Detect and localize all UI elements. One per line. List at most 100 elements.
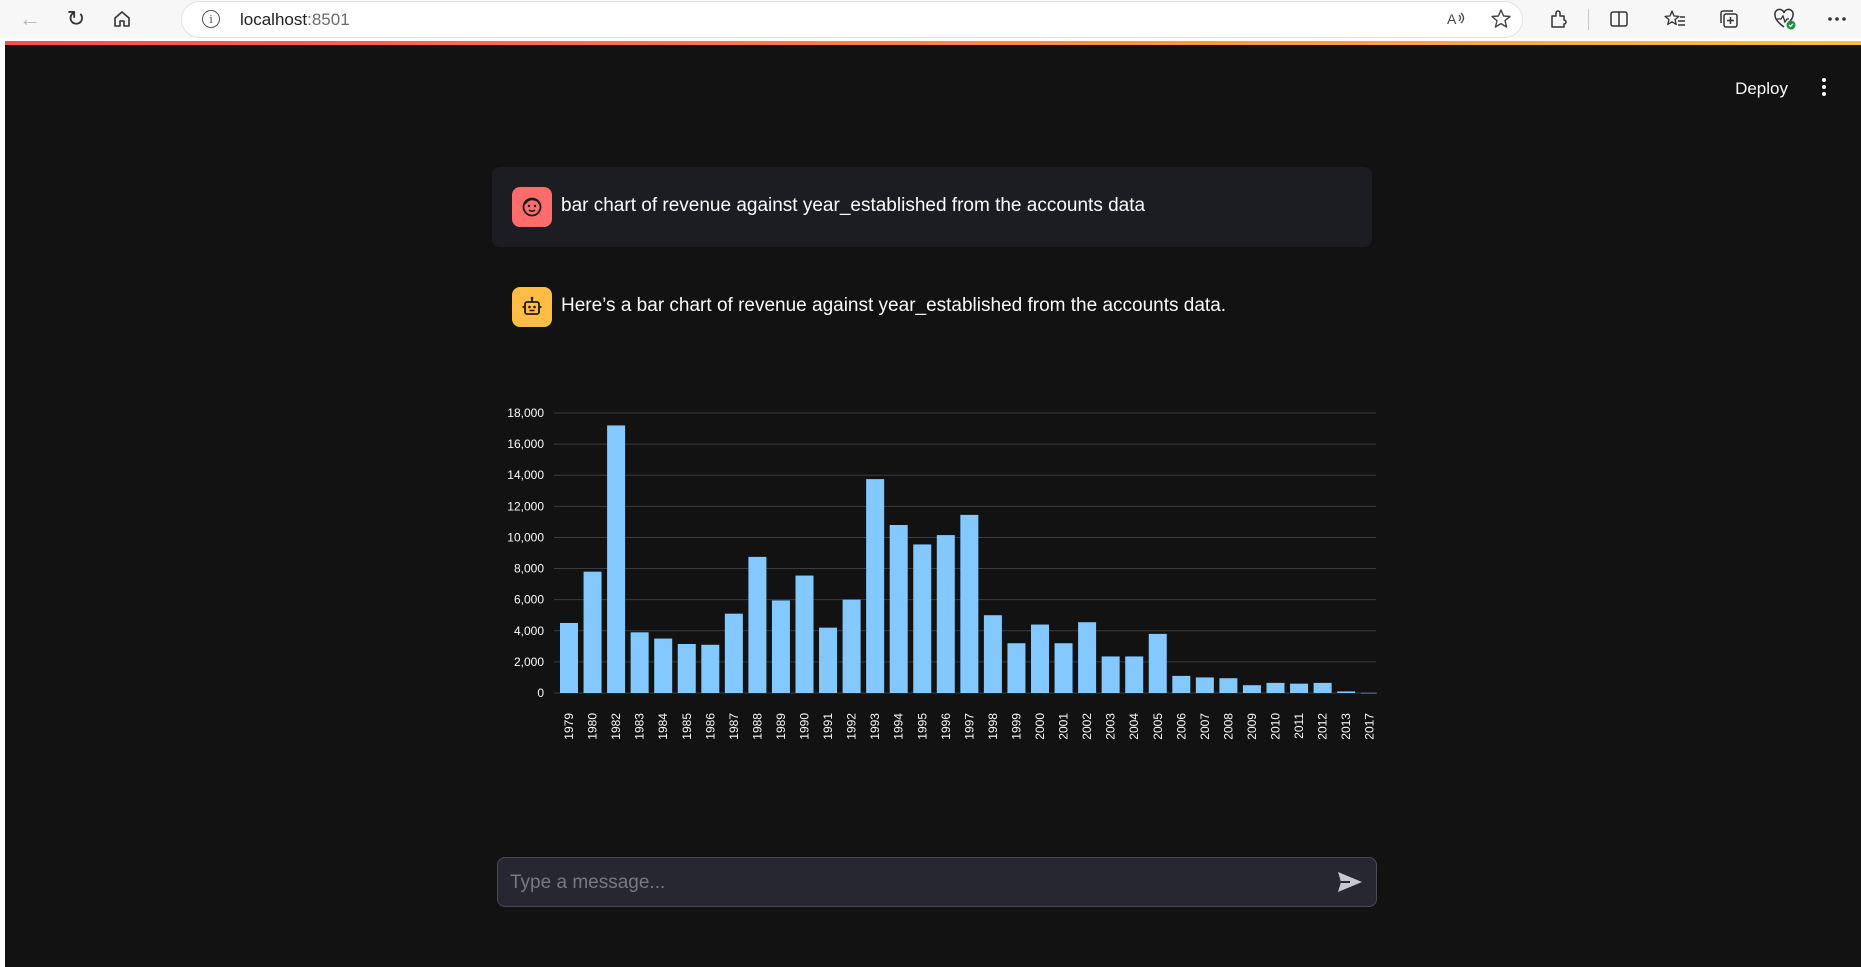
x-tick-label: 1996 [939, 713, 953, 740]
bar-1990[interactable] [795, 575, 814, 693]
bar-2004[interactable] [1125, 656, 1144, 693]
favorites-icon[interactable] [1660, 4, 1690, 34]
bar-1984[interactable] [654, 638, 673, 693]
y-tick-label: 10,000 [507, 530, 544, 544]
x-tick-label: 1997 [962, 713, 976, 740]
bar-1993[interactable] [866, 479, 885, 693]
y-axis-tick-labels: 0 2,000 4,000 6,000 8,000 10,000 12,000 14,000 1… [507, 406, 544, 700]
x-tick-label: 1990 [798, 713, 812, 740]
x-tick-label: 2011 [1292, 713, 1306, 739]
toolbar-separator [1588, 9, 1589, 30]
y-tick-label: 2,000 [514, 655, 544, 669]
bar-1997[interactable] [960, 514, 979, 693]
x-tick-label: 2007 [1198, 713, 1212, 740]
x-tick-label: 1983 [633, 713, 647, 740]
bar-2005[interactable] [1148, 633, 1167, 693]
url-host: localhost [240, 10, 308, 29]
browser-essentials-icon[interactable] [1770, 4, 1800, 34]
deploy-button[interactable]: Deploy [1735, 79, 1788, 99]
main-menu-icon[interactable] [1819, 75, 1829, 99]
url-port: :8501 [307, 10, 350, 29]
bar-2009[interactable] [1242, 685, 1261, 693]
bar-1979[interactable] [560, 623, 578, 693]
y-tick-label: 18,000 [507, 406, 544, 420]
bar-2003[interactable] [1101, 656, 1120, 693]
bar-2010[interactable] [1266, 682, 1285, 693]
chart-bars [560, 425, 1377, 694]
bar-1999[interactable] [1007, 643, 1026, 693]
collections-icon[interactable] [1714, 4, 1744, 34]
bar-2017[interactable] [1360, 692, 1377, 694]
x-tick-label: 2003 [1104, 713, 1118, 740]
bar-1996[interactable] [936, 535, 955, 693]
bar-2000[interactable] [1031, 624, 1049, 693]
x-tick-label: 1987 [727, 713, 741, 740]
bar-2013[interactable] [1337, 691, 1356, 693]
x-tick-label: 1985 [680, 713, 694, 740]
x-tick-label: 2017 [1363, 713, 1377, 740]
x-tick-label: 1984 [656, 713, 670, 740]
x-tick-label: 1989 [774, 713, 788, 740]
chat-input-box[interactable] [497, 857, 1377, 908]
x-tick-label: 2013 [1339, 713, 1353, 740]
bar-2011[interactable] [1290, 683, 1309, 693]
user-message-text: bar chart of revenue against year_establ… [561, 195, 1146, 216]
bar-1987[interactable] [724, 613, 743, 693]
bar-1991[interactable] [819, 627, 838, 693]
y-tick-label: 6,000 [514, 593, 544, 607]
x-tick-label: 1982 [609, 713, 623, 740]
bar-2012[interactable] [1313, 682, 1332, 693]
x-tick-label: 1999 [1009, 713, 1023, 740]
bar-2007[interactable] [1195, 677, 1214, 693]
bar-1980[interactable] [583, 571, 602, 693]
bar-2008[interactable] [1219, 678, 1238, 693]
reload-icon[interactable]: ↻ [60, 3, 92, 35]
browser-menu-icon[interactable] [1822, 4, 1852, 34]
bar-1986[interactable] [701, 644, 720, 693]
bar-1989[interactable] [771, 600, 790, 693]
assistant-message-text: Here’s a bar chart of revenue against ye… [561, 295, 1227, 316]
address-bar[interactable]: i localhost:8501 A [182, 2, 1522, 37]
x-tick-label: 2000 [1033, 713, 1047, 740]
x-tick-label: 2009 [1245, 713, 1259, 740]
x-tick-label: 2005 [1151, 713, 1165, 740]
y-tick-label: 16,000 [507, 437, 544, 451]
bar-1982[interactable] [607, 425, 626, 693]
chat-message-input[interactable] [508, 858, 1312, 908]
x-tick-label: 1993 [868, 713, 882, 740]
user-message: bar chart of revenue against year_establ… [492, 167, 1372, 247]
x-tick-label: 1998 [986, 713, 1000, 740]
send-icon[interactable] [1336, 870, 1364, 894]
user-avatar-icon [512, 187, 552, 227]
bar-1998[interactable] [983, 615, 1002, 693]
y-tick-label: 0 [537, 686, 544, 700]
x-tick-label: 1988 [750, 713, 764, 740]
favorite-star-icon[interactable] [1486, 4, 1516, 34]
back-arrow-icon[interactable]: ← [14, 3, 46, 35]
x-tick-label: 2004 [1127, 713, 1141, 740]
bar-1992[interactable] [842, 599, 861, 693]
bar-2006[interactable] [1172, 675, 1191, 693]
x-tick-label: 1991 [821, 713, 835, 740]
x-tick-label: 1995 [915, 713, 929, 740]
x-tick-label: 2002 [1080, 713, 1094, 740]
bar-1995[interactable] [913, 544, 932, 693]
y-tick-label: 14,000 [507, 468, 544, 482]
y-tick-label: 12,000 [507, 499, 544, 513]
split-screen-icon[interactable] [1604, 4, 1634, 34]
home-icon[interactable] [106, 3, 138, 35]
revenue-bar-chart: 0 2,000 4,000 6,000 8,000 10,000 12,000 14,000 1… [507, 406, 1377, 740]
svg-text:A: A [1447, 11, 1457, 27]
x-tick-label: 2010 [1269, 713, 1283, 740]
bar-1994[interactable] [889, 525, 908, 693]
url-text: localhost:8501 [240, 10, 350, 30]
bar-1988[interactable] [748, 556, 767, 693]
read-aloud-icon[interactable]: A [1442, 4, 1472, 34]
bar-1983[interactable] [630, 632, 649, 693]
y-tick-label: 4,000 [514, 624, 544, 638]
bar-2001[interactable] [1054, 643, 1073, 693]
bar-1985[interactable] [677, 644, 696, 693]
bar-2002[interactable] [1078, 622, 1097, 693]
extensions-icon[interactable] [1544, 4, 1574, 34]
site-info-icon[interactable]: i [202, 10, 220, 28]
